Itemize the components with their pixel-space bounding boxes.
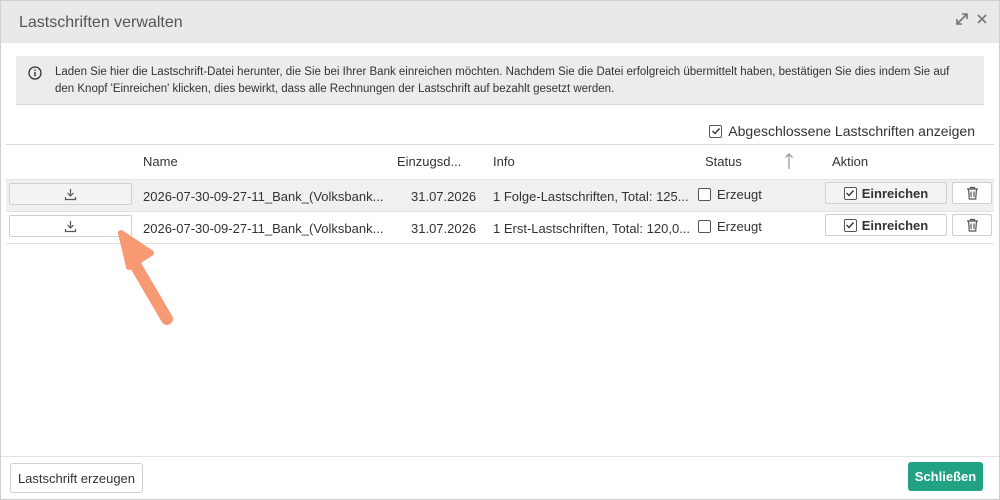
download-icon [64,220,77,232]
manage-direct-debits-dialog: Lastschriften verwalten Laden Sie hier d… [0,0,1000,500]
download-button[interactable] [9,183,132,205]
info-text: Laden Sie hier die Lastschrift-Datei her… [55,66,950,95]
titlebar-controls [955,12,989,26]
column-header-status[interactable]: Status [705,154,742,169]
row-name: 2026-07-30-09-27-11_Bank_(Volksbank... [143,189,384,204]
column-header-info[interactable]: Info [493,154,515,169]
row-date: 31.07.2026 [411,221,477,236]
info-message: Laden Sie hier die Lastschrift-Datei her… [16,56,984,105]
checkbox-checked-icon [843,186,857,200]
row-status[interactable]: Erzeugt [698,219,762,234]
row-status-label: Erzeugt [717,219,762,234]
sort-ascending-icon[interactable] [784,152,794,173]
checkbox-checked-icon[interactable] [709,124,723,138]
checkbox-unchecked-icon[interactable] [698,188,711,201]
close-icon[interactable] [975,12,989,26]
submit-button-label: Einreichen [861,217,929,233]
expand-icon[interactable] [955,12,969,26]
create-direct-debit-button[interactable]: Lastschrift erzeugen [10,463,143,493]
row-info: 1 Erst-Lastschriften, Total: 120,0... [493,221,691,236]
table-header: Name Einzugsd... Info Status Aktion [6,146,994,178]
checkbox-unchecked-icon[interactable] [698,220,711,233]
close-dialog-button[interactable]: Schließen [908,462,983,491]
trash-icon [966,218,978,232]
row-status-label: Erzeugt [717,187,762,202]
trash-icon [966,186,978,200]
delete-button[interactable] [952,182,992,204]
column-header-action: Aktion [832,154,869,169]
submit-button-label: Einreichen [861,185,929,201]
delete-button[interactable] [952,214,992,236]
submit-button[interactable]: Einreichen [825,182,947,204]
dialog-titlebar: Lastschriften verwalten [1,1,999,43]
column-header-date[interactable]: Einzugsd... [397,154,461,169]
show-closed-checkbox[interactable]: Abgeschlossene Lastschriften anzeigen [709,123,975,139]
show-closed-label: Abgeschlossene Lastschriften anzeigen [728,123,975,139]
row-status[interactable]: Erzeugt [698,187,762,202]
submit-button[interactable]: Einreichen [825,214,947,236]
row-date: 31.07.2026 [411,189,477,204]
row-info: 1 Folge-Lastschriften, Total: 125... [493,189,689,204]
table-divider [6,144,994,145]
info-circle-icon [28,66,42,85]
annotation-arrow-icon [118,230,173,325]
table-row[interactable]: 2026-07-30-09-27-11_Bank_(Volksbank... 3… [6,179,994,211]
column-header-name[interactable]: Name [143,154,178,169]
footer-divider [1,456,999,457]
dialog-title: Lastschriften verwalten [19,14,183,31]
download-icon [64,188,77,200]
checkbox-checked-icon [843,218,857,232]
